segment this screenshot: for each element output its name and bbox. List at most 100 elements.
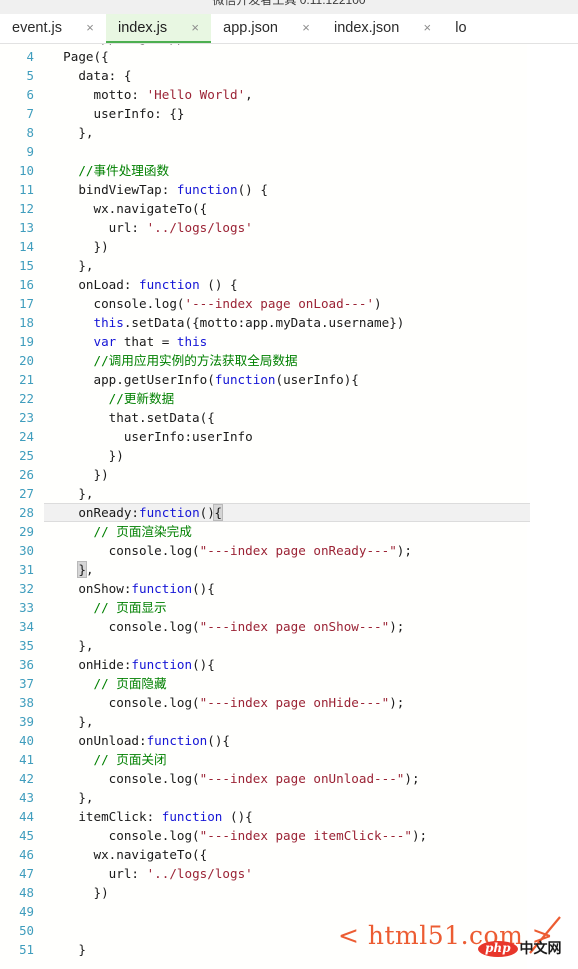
code-line[interactable]: 23 that.setData({ xyxy=(0,408,578,427)
editor-tabbar[interactable]: event.js × index.js × app.json × index.json × lo xyxy=(0,14,578,44)
code-line[interactable]: 20 //调用应用实例的方法获取全局数据 xyxy=(0,351,578,370)
code-line[interactable]: 31 }, xyxy=(0,560,578,579)
line-code: console.log("---index page onHide---"); xyxy=(48,695,405,710)
line-number: 29 xyxy=(19,524,34,539)
line-code: }, xyxy=(48,125,94,140)
code-line[interactable]: 14 }) xyxy=(0,237,578,256)
line-number: 45 xyxy=(19,828,34,843)
code-line[interactable]: 17 console.log('---index page onLoad---'… xyxy=(0,294,578,313)
tab-label: index.js xyxy=(117,19,168,36)
tab-close-icon[interactable]: × xyxy=(189,21,201,34)
line-code: data: { xyxy=(48,68,132,83)
line-number: 37 xyxy=(19,676,34,691)
line-number: 27 xyxy=(19,486,34,501)
code-line[interactable]: 51 } xyxy=(0,940,578,959)
code-line[interactable]: 34 console.log("---index page onShow---"… xyxy=(0,617,578,636)
code-editor[interactable]: 3 var app = getApp()4 Page({5 data: {6 m… xyxy=(0,28,578,969)
code-line[interactable]: 42 console.log("---index page onUnload--… xyxy=(0,769,578,788)
line-number: 10 xyxy=(19,163,34,178)
line-code: console.log("---index page onShow---"); xyxy=(48,619,405,634)
code-line[interactable]: 4 Page({ xyxy=(0,47,578,66)
code-line[interactable]: 38 console.log("---index page onHide---"… xyxy=(0,693,578,712)
code-line[interactable]: 36 onHide:function(){ xyxy=(0,655,578,674)
code-line[interactable]: 37 // 页面隐藏 xyxy=(0,674,578,693)
code-line[interactable]: 49 xyxy=(0,902,578,921)
line-number: 39 xyxy=(19,714,34,729)
line-code: console.log("---index page onUnload---")… xyxy=(48,771,420,786)
line-code: console.log('---index page onLoad---') xyxy=(48,296,382,311)
line-code: userInfo: {} xyxy=(48,106,185,121)
code-line[interactable]: 40 onUnload:function(){ xyxy=(0,731,578,750)
tab-event-js[interactable]: event.js × xyxy=(0,14,106,43)
code-line[interactable]: 30 console.log("---index page onReady---… xyxy=(0,541,578,560)
line-number: 5 xyxy=(26,68,34,83)
line-code: }) xyxy=(48,239,109,254)
line-number: 32 xyxy=(19,581,34,596)
line-number: 40 xyxy=(19,733,34,748)
code-line[interactable]: 47 url: '../logs/logs' xyxy=(0,864,578,883)
code-line[interactable]: 33 // 页面显示 xyxy=(0,598,578,617)
code-line[interactable]: 28 onReady:function(){ xyxy=(0,503,578,522)
line-number: 50 xyxy=(19,923,34,938)
line-number: 24 xyxy=(19,429,34,444)
line-number: 25 xyxy=(19,448,34,463)
code-line[interactable]: 32 onShow:function(){ xyxy=(0,579,578,598)
code-line[interactable]: 16 onLoad: function () { xyxy=(0,275,578,294)
code-line[interactable]: 50 xyxy=(0,921,578,940)
line-number: 44 xyxy=(19,809,34,824)
tab-lo[interactable]: lo xyxy=(443,14,467,43)
tab-close-icon[interactable]: × xyxy=(84,21,96,34)
code-line[interactable]: 18 this.setData({motto:app.myData.userna… xyxy=(0,313,578,332)
line-number: 34 xyxy=(19,619,34,634)
code-line[interactable]: 21 app.getUserInfo(function(userInfo){ xyxy=(0,370,578,389)
code-line[interactable]: 41 // 页面关闭 xyxy=(0,750,578,769)
line-number: 8 xyxy=(26,125,34,140)
code-line[interactable]: 12 wx.navigateTo({ xyxy=(0,199,578,218)
line-number: 19 xyxy=(19,334,34,349)
line-number: 4 xyxy=(26,49,34,64)
line-code: this.setData({motto:app.myData.username}… xyxy=(93,315,405,330)
code-line[interactable]: 44 itemClick: function (){ xyxy=(0,807,578,826)
code-line[interactable]: 15 }, xyxy=(0,256,578,275)
line-code: onReady:function(){ xyxy=(48,504,223,521)
code-line[interactable]: 25 }) xyxy=(0,446,578,465)
code-line[interactable]: 6 motto: 'Hello World', xyxy=(0,85,578,104)
line-code: }) xyxy=(48,448,124,463)
line-code: wx.navigateTo({ xyxy=(48,201,208,216)
code-line[interactable]: 19 var that = this xyxy=(0,332,578,351)
code-line[interactable]: 24 userInfo:userInfo xyxy=(0,427,578,446)
code-line[interactable]: 48 }) xyxy=(0,883,578,902)
line-code: }, xyxy=(77,561,94,578)
code-line[interactable]: 10 //事件处理函数 xyxy=(0,161,578,180)
code-line[interactable]: 22 //更新数据 xyxy=(0,389,578,408)
line-number: 13 xyxy=(19,220,34,235)
tab-app-json[interactable]: app.json × xyxy=(211,14,322,43)
code-line[interactable]: 39 }, xyxy=(0,712,578,731)
code-line[interactable]: 27 }, xyxy=(0,484,578,503)
code-line[interactable]: 11 bindViewTap: function() { xyxy=(0,180,578,199)
code-line[interactable]: 43 }, xyxy=(0,788,578,807)
line-number: 41 xyxy=(19,752,34,767)
line-number: 9 xyxy=(26,144,34,159)
line-number: 16 xyxy=(19,277,34,292)
code-line[interactable]: 5 data: { xyxy=(0,66,578,85)
tab-label: index.json xyxy=(333,19,400,36)
line-code: that.setData({ xyxy=(48,410,215,425)
line-code: //更新数据 xyxy=(108,391,175,406)
code-line[interactable]: 46 wx.navigateTo({ xyxy=(0,845,578,864)
tab-close-icon[interactable]: × xyxy=(300,21,312,34)
line-code: url: '../logs/logs' xyxy=(48,866,253,881)
line-number: 51 xyxy=(19,942,34,957)
code-line[interactable]: 35 }, xyxy=(0,636,578,655)
line-code: onShow:function(){ xyxy=(48,581,215,596)
code-line[interactable]: 8 }, xyxy=(0,123,578,142)
code-line[interactable]: 13 url: '../logs/logs' xyxy=(0,218,578,237)
tab-close-icon[interactable]: × xyxy=(421,21,433,34)
code-line[interactable]: 7 userInfo: {} xyxy=(0,104,578,123)
code-line[interactable]: 9 xyxy=(0,142,578,161)
code-line[interactable]: 26 }) xyxy=(0,465,578,484)
tab-index-js[interactable]: index.js × xyxy=(105,14,212,43)
tab-index-json[interactable]: index.json × xyxy=(321,14,444,43)
code-line[interactable]: 45 console.log("---index page itemClick-… xyxy=(0,826,578,845)
code-line[interactable]: 29 // 页面渲染完成 xyxy=(0,522,578,541)
